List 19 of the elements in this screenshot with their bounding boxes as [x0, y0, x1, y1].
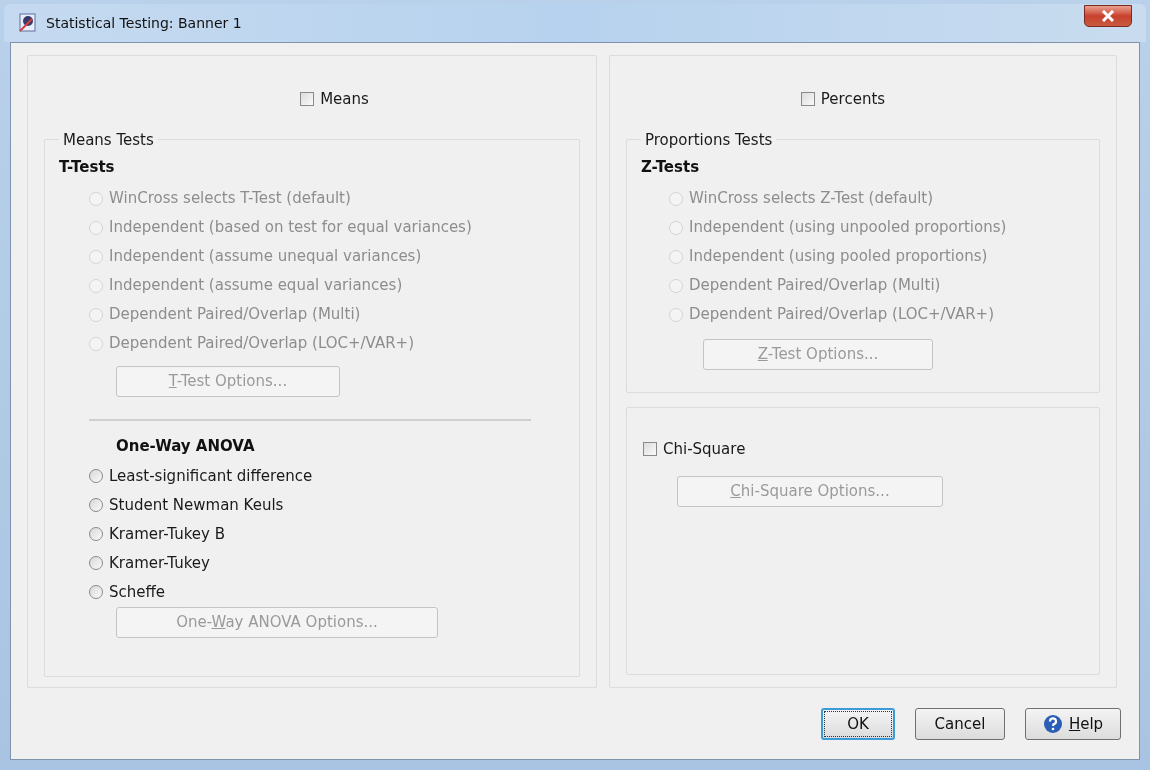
radio-option[interactable]: Student Newman Keuls [89, 490, 569, 520]
radio-option[interactable]: Least-significant difference [89, 461, 569, 491]
close-icon [1101, 10, 1115, 22]
radio-option[interactable]: Scheffe [89, 577, 569, 607]
section-heading: Z-Tests [641, 156, 701, 178]
dialog-button[interactable]: Help [1025, 708, 1121, 740]
close-button[interactable] [1084, 5, 1132, 27]
radio-option[interactable]: Kramer-Tukey [89, 548, 569, 578]
section-heading: One-Way ANOVA [115, 436, 256, 457]
checkbox[interactable]: Means [300, 88, 369, 111]
checkbox[interactable]: Percents [800, 88, 886, 111]
dialog-button[interactable]: OK [821, 708, 895, 740]
help-icon [1042, 714, 1063, 734]
window-title: Statistical Testing: Banner 1 [46, 13, 243, 33]
radio-option[interactable]: Kramer-Tukey B [89, 519, 569, 549]
section-heading: T-Tests [59, 156, 116, 178]
app-icon [18, 13, 38, 33]
dialog-button[interactable]: Cancel [915, 708, 1005, 740]
checkbox[interactable]: Chi-Square [643, 437, 1099, 460]
